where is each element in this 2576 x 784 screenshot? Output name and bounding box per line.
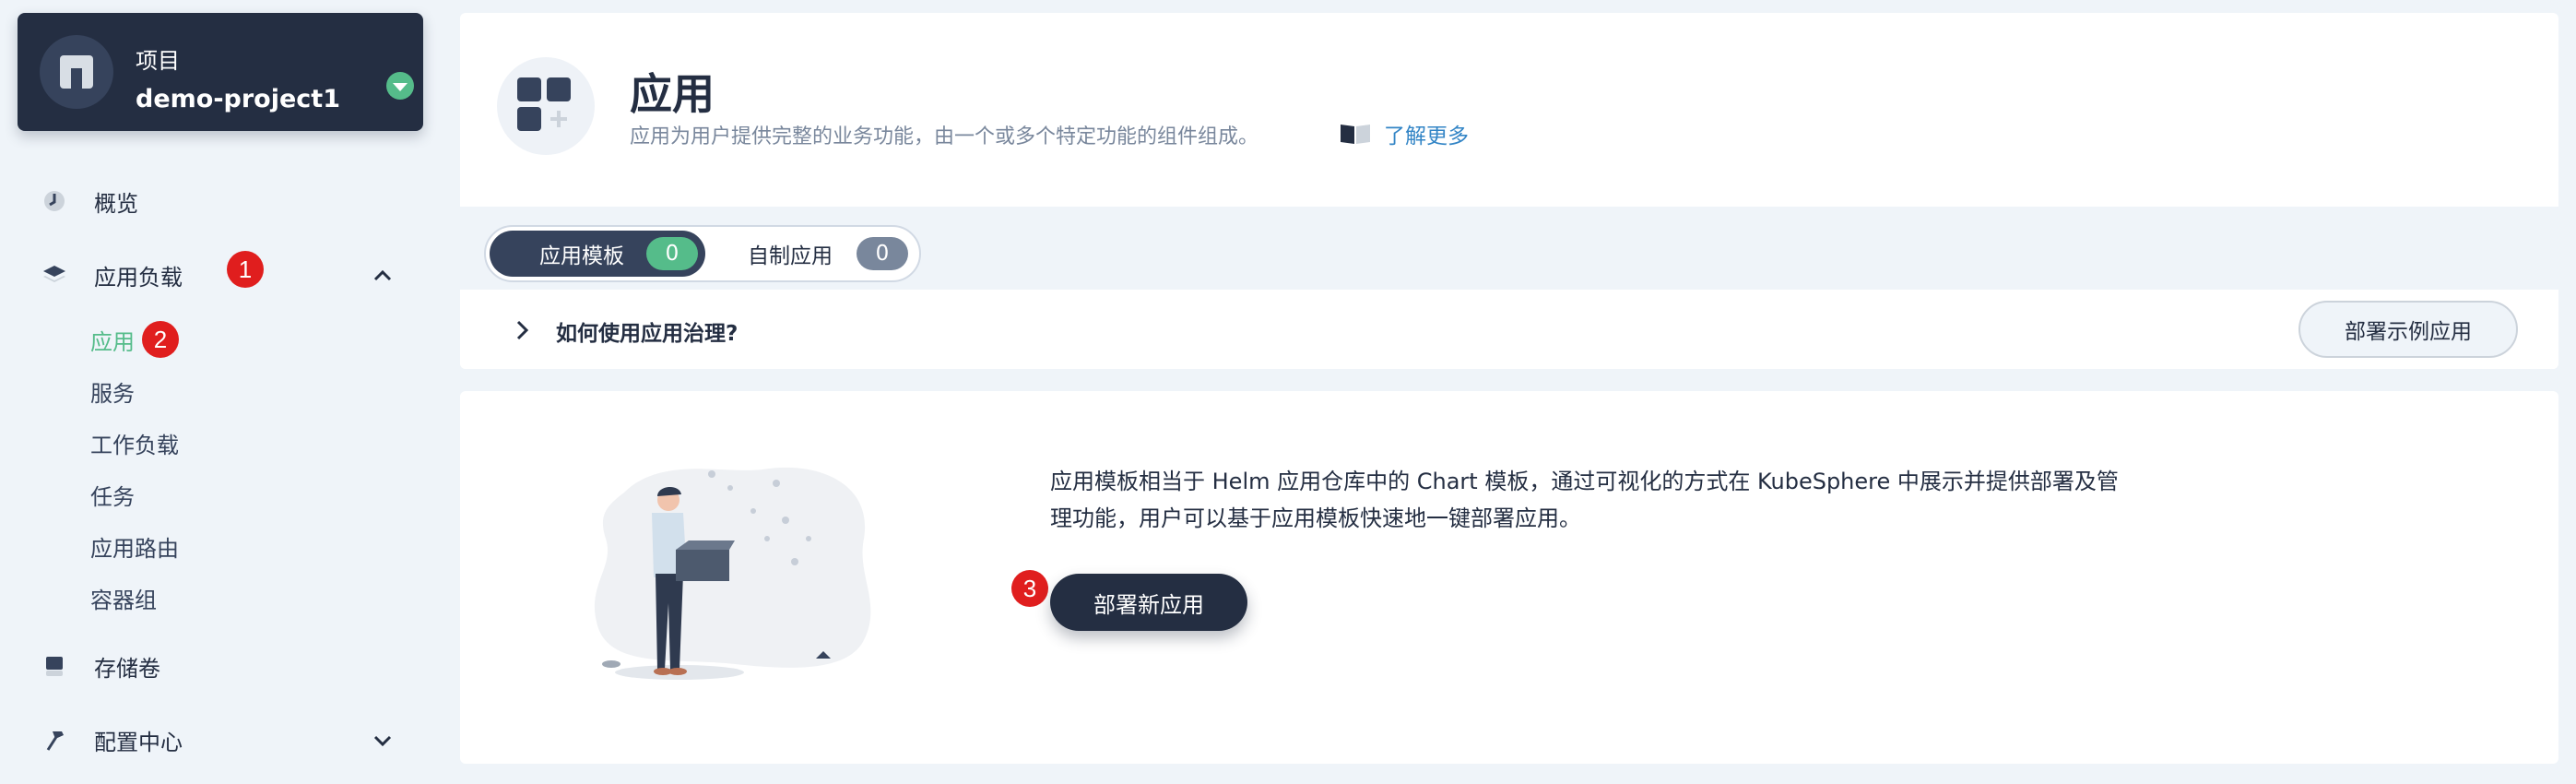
tab-bar: 应用模板 0 自制应用 0 xyxy=(460,207,2558,290)
page-title: 应用 xyxy=(630,69,715,119)
chevron-up-icon[interactable] xyxy=(371,264,395,288)
dashboard-icon xyxy=(42,189,66,213)
deploy-new-app-button[interactable]: 部署新应用 xyxy=(1050,574,1247,631)
empty-state-illustration xyxy=(594,467,871,680)
hammer-icon xyxy=(42,728,66,752)
tab-app-templates[interactable]: 应用模板 0 xyxy=(490,231,705,277)
howto-bar: 如何使用应用治理? 部署示例应用 xyxy=(460,290,2558,369)
sidebar: 项目 demo-project1 概览 应用负载 1 应用 2 服务 工作负载 … xyxy=(0,0,433,784)
howto-question[interactable]: 如何使用应用治理? xyxy=(556,315,738,347)
empty-state-description: 应用模板相当于 Helm 应用仓库中的 Chart 模板，通过可视化的方式在 K… xyxy=(1050,469,2119,531)
sidebar-item-overview[interactable]: 概览 xyxy=(42,183,138,220)
chevron-right-icon[interactable] xyxy=(512,317,534,343)
annotation-badge-3: 3 xyxy=(1011,570,1048,607)
sidebar-subitem-routes[interactable]: 应用路由 xyxy=(90,529,179,563)
sidebar-item-volumes[interactable]: 存储卷 xyxy=(42,647,160,684)
building-icon xyxy=(60,55,93,89)
tab-custom-apps[interactable]: 自制应用 0 xyxy=(711,231,917,277)
project-label: 项目 xyxy=(136,48,180,74)
layers-icon xyxy=(42,263,66,287)
app-type-tabs: 应用模板 0 自制应用 0 xyxy=(484,225,921,282)
chevron-down-icon[interactable] xyxy=(386,72,414,100)
project-selector[interactable]: 项目 demo-project1 xyxy=(18,13,423,131)
sidebar-item-label: 概览 xyxy=(94,190,138,217)
sidebar-item-label: 应用负载 xyxy=(94,264,183,291)
deploy-sample-app-button[interactable]: 部署示例应用 xyxy=(2298,301,2518,358)
chevron-down-icon[interactable] xyxy=(371,729,395,753)
sidebar-subitem-services[interactable]: 服务 xyxy=(90,374,135,408)
annotation-badge-2: 2 xyxy=(142,321,179,358)
project-name: demo-project1 xyxy=(136,85,340,113)
sidebar-item-label: 配置中心 xyxy=(94,729,183,755)
sidebar-item-config-center[interactable]: 配置中心 xyxy=(42,721,183,758)
sidebar-subitem-pods[interactable]: 容器组 xyxy=(90,581,157,614)
storage-icon xyxy=(42,654,66,678)
learn-more-label: 了解更多 xyxy=(1384,125,1469,148)
empty-state-card: 应用模板相当于 Helm 应用仓库中的 Chart 模板，通过可视化的方式在 K… xyxy=(460,391,2558,764)
sidebar-item-app-workloads[interactable]: 应用负载 xyxy=(42,256,183,293)
apps-icon xyxy=(497,57,595,155)
book-icon xyxy=(1341,125,1370,144)
tab-count: 0 xyxy=(646,237,698,270)
tab-count: 0 xyxy=(857,237,908,270)
sidebar-subitem-apps[interactable]: 应用 xyxy=(90,323,135,356)
sidebar-item-label: 存储卷 xyxy=(94,655,160,682)
sidebar-subitem-jobs[interactable]: 任务 xyxy=(90,478,135,511)
project-avatar xyxy=(40,35,113,109)
tab-label: 应用模板 xyxy=(539,244,624,268)
annotation-badge-1: 1 xyxy=(227,251,264,288)
tab-label: 自制应用 xyxy=(748,244,833,268)
app-header-card: 应用 应用为用户提供完整的业务功能，由一个或多个特定功能的组件组成。 了解更多 … xyxy=(460,13,2558,369)
page-description: 应用为用户提供完整的业务功能，由一个或多个特定功能的组件组成。 xyxy=(630,125,1259,148)
sidebar-subitem-workloads[interactable]: 工作负载 xyxy=(90,426,179,459)
learn-more-link[interactable]: 了解更多 xyxy=(1340,118,1469,149)
